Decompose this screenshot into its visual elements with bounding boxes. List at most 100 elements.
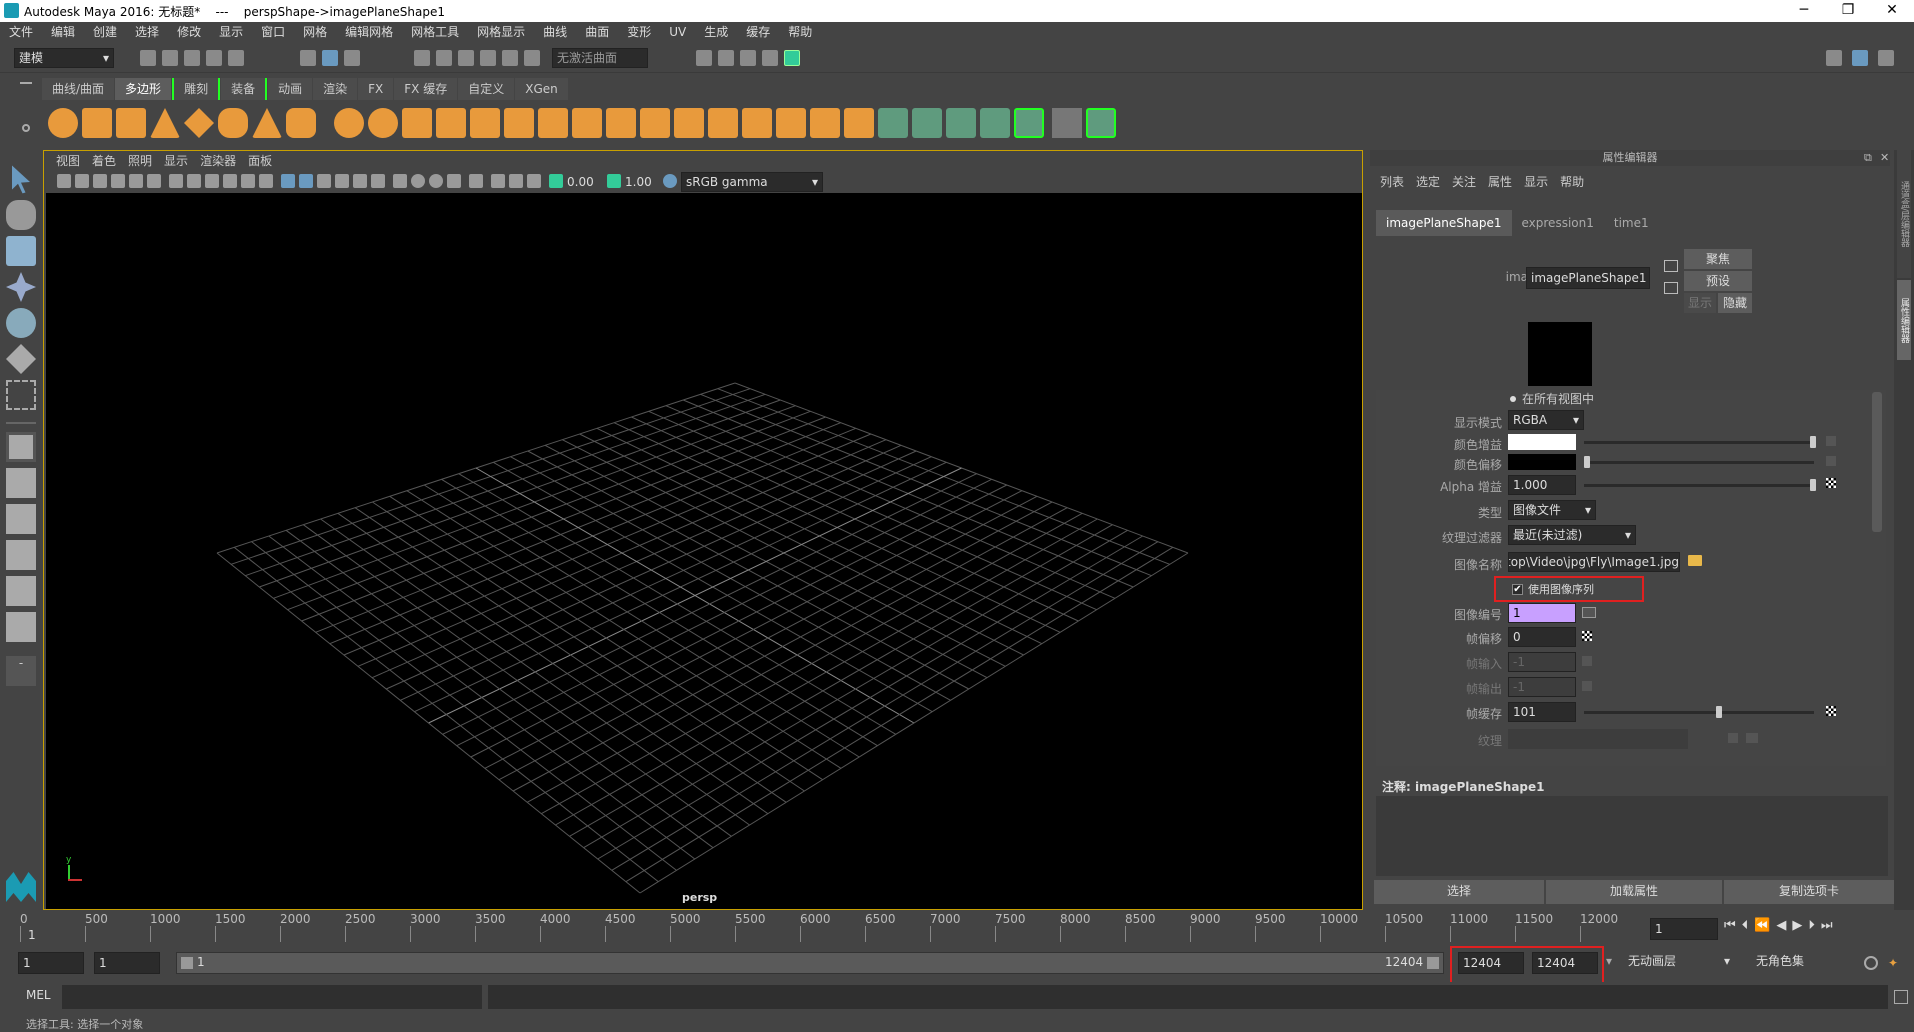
- menu-curves[interactable]: 曲线: [534, 22, 576, 43]
- menu-generate[interactable]: 生成: [695, 22, 737, 43]
- poly-torus-icon[interactable]: [218, 108, 248, 138]
- cylindrical-uv-icon[interactable]: [912, 108, 942, 138]
- exposure-icon[interactable]: [549, 174, 563, 188]
- move-tool-icon[interactable]: [6, 272, 36, 302]
- select-button[interactable]: 选择: [1374, 880, 1544, 904]
- separate-icon[interactable]: [368, 108, 398, 138]
- step-back-frame-icon[interactable]: ⏪: [1754, 918, 1776, 933]
- image-plane-icon[interactable]: [111, 174, 125, 188]
- smooth-shade-icon[interactable]: [299, 174, 313, 188]
- persp-graph-layout-icon[interactable]: [6, 540, 36, 570]
- resolution-gate-icon[interactable]: [205, 174, 219, 188]
- go-to-end-icon[interactable]: ⏭: [1821, 918, 1839, 933]
- camera-select-icon[interactable]: [57, 174, 71, 188]
- frame-out-map-icon[interactable]: [1582, 681, 1592, 691]
- alpha-gain-knob[interactable]: [1810, 479, 1816, 491]
- select-component-icon[interactable]: [344, 50, 360, 66]
- poly-plane-icon[interactable]: [184, 108, 214, 138]
- anim-layer-dropdown[interactable]: 无动画层 ▾: [1624, 952, 1734, 974]
- shelf-menu-icon[interactable]: [20, 82, 32, 84]
- attr-menu-help[interactable]: 帮助: [1554, 172, 1590, 192]
- tab-fx-caching[interactable]: FX 缓存: [394, 78, 458, 100]
- alpha-gain-field[interactable]: 1.000: [1508, 475, 1576, 495]
- step-forward-key-icon[interactable]: ⏵: [1808, 918, 1821, 933]
- field-chart-icon[interactable]: [241, 174, 255, 188]
- xray-icon[interactable]: [491, 174, 505, 188]
- smooth-icon[interactable]: [436, 108, 466, 138]
- tab-rendering[interactable]: 渲染: [313, 78, 358, 100]
- menu-mesh-display[interactable]: 网格显示: [468, 22, 534, 43]
- image-name-field[interactable]: Desktop\Video\jpg\Fly\Image1.jpg: [1508, 552, 1680, 572]
- offset-edge-loop-icon[interactable]: [810, 108, 840, 138]
- hide-button[interactable]: 隐藏: [1718, 293, 1752, 313]
- anti-aliasing-icon[interactable]: [429, 174, 443, 188]
- isolate-select-icon[interactable]: [469, 174, 483, 188]
- maya-home-icon[interactable]: [6, 872, 36, 902]
- snap-curve-icon[interactable]: [436, 50, 452, 66]
- attr-menu-selected[interactable]: 选定: [1410, 172, 1446, 192]
- camera-attr-icon[interactable]: [75, 174, 89, 188]
- menu-modify[interactable]: 修改: [168, 22, 210, 43]
- menu-select[interactable]: 选择: [126, 22, 168, 43]
- exposure-value[interactable]: 0.00: [567, 173, 594, 191]
- hypershade-icon[interactable]: [784, 50, 800, 66]
- menu-mesh[interactable]: 网格: [294, 22, 336, 43]
- film-gate-icon[interactable]: [187, 174, 201, 188]
- attr-menu-show[interactable]: 显示: [1518, 172, 1554, 192]
- shadows-icon[interactable]: [371, 174, 385, 188]
- menu-mesh-tools[interactable]: 网格工具: [402, 22, 468, 43]
- vp-menu-view[interactable]: 视图: [50, 151, 86, 171]
- merge-icon[interactable]: [844, 108, 874, 138]
- color-gain-knob[interactable]: [1810, 436, 1816, 448]
- new-scene-icon[interactable]: [140, 50, 156, 66]
- display-mode-dropdown[interactable]: RGBA ▾: [1508, 410, 1584, 430]
- select-hierarchy-icon[interactable]: [300, 50, 316, 66]
- color-space-dropdown[interactable]: sRGB gamma ▾: [681, 172, 823, 192]
- tab-imageplaneshape1[interactable]: imagePlaneShape1: [1376, 210, 1512, 236]
- use-lights-icon[interactable]: [353, 174, 367, 188]
- xray-joints-icon[interactable]: [509, 174, 523, 188]
- chevron-down-icon[interactable]: ▾: [1606, 954, 1612, 968]
- frame-in-map-icon[interactable]: [1582, 656, 1592, 666]
- wireframe-on-shaded-icon[interactable]: [317, 174, 331, 188]
- command-input[interactable]: [62, 985, 482, 1009]
- poly-pipe-icon[interactable]: [286, 108, 316, 138]
- tab-custom[interactable]: 自定义: [458, 78, 515, 100]
- frame-cache-slider[interactable]: [1584, 711, 1814, 714]
- bookmark-icon[interactable]: [93, 174, 107, 188]
- focus-button[interactable]: 聚焦: [1684, 249, 1752, 269]
- load-attributes-button[interactable]: 加载属性: [1546, 880, 1722, 904]
- spherical-uv-icon[interactable]: [946, 108, 976, 138]
- preferences-icon[interactable]: ✦: [1888, 956, 1904, 970]
- menu-create[interactable]: 创建: [84, 22, 126, 43]
- texture-field[interactable]: [1508, 729, 1688, 749]
- insert-edge-loop-icon[interactable]: [776, 108, 806, 138]
- vp-menu-renderer[interactable]: 渲染器: [194, 151, 242, 171]
- four-view-layout-icon[interactable]: [6, 468, 36, 498]
- scale-tool-icon[interactable]: [6, 344, 36, 374]
- tab-expression1[interactable]: expression1: [1512, 210, 1604, 236]
- tab-polygons[interactable]: 多边形: [115, 78, 172, 100]
- select-tool-icon[interactable]: [12, 165, 30, 194]
- texture-filter-dropdown[interactable]: 最近(未过滤) ▾: [1508, 525, 1636, 545]
- uv-layout-icon[interactable]: [6, 612, 36, 642]
- xray-components-icon[interactable]: [527, 174, 541, 188]
- float-icon[interactable]: ⧉: [1864, 151, 1872, 165]
- menu-deform[interactable]: 变形: [618, 22, 660, 43]
- layout-icon[interactable]: [1852, 50, 1868, 66]
- frame-offset-map-icon[interactable]: [1582, 631, 1592, 641]
- range-bar[interactable]: 1 12404: [176, 952, 1444, 974]
- grease-pencil-icon[interactable]: [147, 174, 161, 188]
- lasso-tool-icon[interactable]: [6, 200, 36, 230]
- frame-cache-map-icon[interactable]: [1826, 706, 1836, 716]
- mel-label[interactable]: MEL: [26, 988, 51, 1002]
- menu-cache[interactable]: 缓存: [737, 22, 779, 43]
- motion-blur-icon[interactable]: [411, 174, 425, 188]
- texture-map-icon[interactable]: [1728, 733, 1738, 743]
- bevel-icon[interactable]: [606, 108, 636, 138]
- color-offset-swatch[interactable]: [1508, 454, 1576, 470]
- alpha-gain-map-icon[interactable]: [1826, 478, 1836, 488]
- gamma-icon[interactable]: [607, 174, 621, 188]
- go-to-input-icon[interactable]: [1664, 260, 1678, 272]
- snap-vertex-icon[interactable]: [524, 50, 540, 66]
